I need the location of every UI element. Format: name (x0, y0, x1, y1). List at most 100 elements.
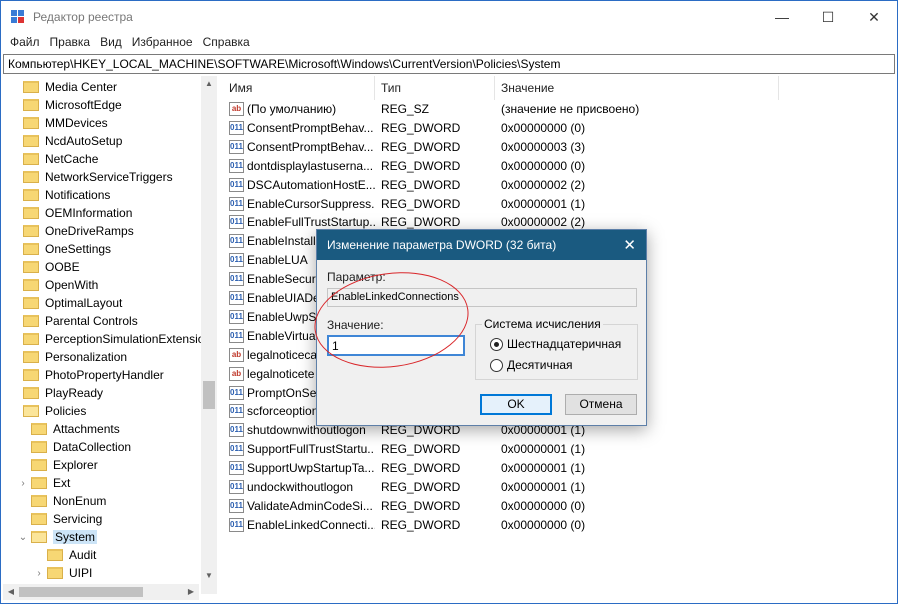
value-row[interactable]: 011 ConsentPromptBehav... REG_DWORD 0x00000… (223, 138, 895, 157)
tree-item[interactable]: MicrosoftEdge (9, 96, 122, 114)
tree-item[interactable]: Policies (9, 402, 86, 420)
value-row[interactable]: ab (По умолчанию) REG_SZ (значение не присв… (223, 100, 895, 119)
tree-scroll-thumb[interactable] (203, 381, 215, 409)
scroll-down-arrow-icon[interactable]: ▼ (201, 568, 217, 584)
tree-hscroll-thumb[interactable] (19, 587, 143, 597)
value-row[interactable]: 011 undockwithoutlogon REG_DWORD 0x00000001… (223, 478, 895, 497)
value-row[interactable]: 011 SupportFullTrustStartu... REG_DWORD 0x0… (223, 440, 895, 459)
column-header-value[interactable]: Значение (495, 76, 779, 100)
radio-hexadecimal[interactable]: Шестнадцатеричная (490, 337, 621, 351)
value-data: 0x00000000 (0) (501, 498, 586, 513)
expand-chevron-icon[interactable]: › (17, 478, 29, 489)
menu-file[interactable]: Файл (5, 33, 45, 53)
tree-item[interactable]: OEMInformation (9, 204, 132, 222)
menu-view[interactable]: Вид (95, 33, 127, 53)
tree-item[interactable]: › Ext (17, 474, 70, 492)
value-type: REG_DWORD (381, 517, 461, 532)
maximize-button[interactable]: ☐ (805, 1, 851, 33)
tree-item[interactable]: OptimalLayout (9, 294, 122, 312)
scroll-right-arrow-icon[interactable]: ▶ (183, 584, 199, 600)
value-data: 0x00000001 (1) (501, 196, 586, 211)
expand-chevron-icon[interactable]: › (33, 568, 45, 579)
tree-item[interactable]: MMDevices (9, 114, 108, 132)
tree-item-label: Explorer (53, 458, 98, 472)
value-name: SupportFullTrustStartu... (247, 442, 375, 457)
menu-edit[interactable]: Правка (45, 33, 96, 53)
tree-item[interactable]: › UIPI (33, 564, 92, 582)
tree-item[interactable]: ⌄ System (17, 528, 98, 546)
expand-chevron-icon[interactable]: ⌄ (17, 532, 29, 543)
value-row[interactable]: 011 EnableLinkedConnecti... REG_DWORD 0x000… (223, 516, 895, 535)
dialog-close-icon[interactable]: ✕ (623, 236, 636, 254)
base-group-title: Система исчисления (482, 317, 603, 331)
value-name: ConsentPromptBehav... (247, 120, 374, 135)
radio-selected-icon[interactable] (490, 337, 503, 351)
tree-item-label: Ext (53, 476, 71, 490)
menu-favorites[interactable]: Избранное (127, 33, 198, 53)
registry-editor-icon (11, 10, 25, 24)
column-header-name[interactable]: Имя (223, 76, 375, 100)
tree-item[interactable]: OneSettings (9, 240, 111, 258)
scroll-left-arrow-icon[interactable]: ◀ (3, 584, 19, 600)
value-name: EnableCursorSuppress... (247, 196, 375, 211)
tree-item-label: OOBE (45, 260, 80, 274)
cancel-button[interactable]: Отмена (565, 394, 637, 415)
tree-item[interactable]: Media Center (9, 78, 117, 96)
value-row[interactable]: 011 DSCAutomationHostE... REG_DWORD 0x00000… (223, 176, 895, 195)
radio-unselected-icon[interactable] (490, 358, 503, 372)
folder-icon (23, 225, 39, 237)
binary-value-icon: 011 (229, 385, 244, 400)
ok-button[interactable]: OK (480, 394, 552, 415)
close-button[interactable]: ✕ (851, 1, 897, 33)
value-name: (По умолчанию) (247, 102, 337, 116)
tree-item[interactable]: Attachments (17, 420, 120, 438)
tree-item-label: Notifications (45, 188, 111, 202)
value-input[interactable]: 1 (327, 335, 465, 356)
tree-item[interactable]: NetCache (9, 150, 98, 168)
folder-icon (31, 441, 47, 453)
tree-item[interactable]: OOBE (9, 258, 80, 276)
tree-item[interactable]: PhotoPropertyHandler (9, 366, 164, 384)
tree-item[interactable]: Notifications (9, 186, 110, 204)
tree-item-label: NetCache (45, 152, 99, 166)
string-value-icon: ab (229, 366, 244, 381)
address-bar[interactable]: Компьютер\HKEY_LOCAL_MACHINE\SOFTWARE\Mi… (3, 54, 895, 74)
minimize-button[interactable]: — (759, 1, 805, 33)
value-row[interactable]: 011 EnableCursorSuppress... REG_DWORD 0x000… (223, 195, 895, 214)
tree-item[interactable]: NonEnum (17, 492, 106, 510)
value-type: REG_DWORD (381, 177, 461, 192)
value-type: REG_DWORD (381, 158, 461, 173)
tree-item[interactable]: PerceptionSimulationExtensions (9, 330, 216, 348)
tree-item[interactable]: OneDriveRamps (9, 222, 134, 240)
binary-value-icon: 011 (229, 253, 244, 268)
value-row[interactable]: 011 SupportUwpStartupTa... REG_DWORD 0x0000… (223, 459, 895, 478)
tree-item[interactable]: PlayReady (9, 384, 103, 402)
base-groupbox: Система исчисления Шестнадцатеричная Дес… (475, 317, 638, 380)
tree-item[interactable]: Explorer (17, 456, 98, 474)
value-row[interactable]: 011 dontdisplaylastuserna... REG_DWORD 0x00… (223, 157, 895, 176)
folder-icon (23, 405, 39, 417)
column-header-type[interactable]: Тип (375, 76, 495, 100)
folder-icon (23, 315, 39, 327)
tree-item[interactable]: NetworkServiceTriggers (9, 168, 173, 186)
tree-item[interactable]: OpenWith (9, 276, 98, 294)
tree-item-label: Policies (45, 404, 87, 418)
tree-item[interactable]: Audit (33, 546, 96, 564)
scroll-up-arrow-icon[interactable]: ▲ (201, 76, 217, 92)
value-type: REG_DWORD (381, 196, 461, 211)
value-row[interactable]: 011 ValidateAdminCodeSi... REG_DWORD 0x0000… (223, 497, 895, 516)
binary-value-icon: 011 (229, 215, 244, 230)
radio-decimal[interactable]: Десятичная (490, 358, 573, 372)
value-data: (значение не присвоено) (501, 102, 640, 116)
value-row[interactable]: 011 ConsentPromptBehav... REG_DWORD 0x00000… (223, 119, 895, 138)
tree-item[interactable]: Parental Controls (9, 312, 138, 330)
tree-item[interactable]: Servicing (17, 510, 102, 528)
folder-icon (23, 261, 39, 273)
tree-horizontal-scrollbar[interactable]: ◀ ▶ (3, 584, 199, 600)
tree-item[interactable]: NcdAutoSetup (9, 132, 122, 150)
tree-vertical-scrollbar[interactable]: ▲ ▼ (201, 76, 217, 594)
folder-icon (23, 189, 39, 201)
menu-help[interactable]: Справка (198, 33, 255, 53)
tree-item[interactable]: Personalization (9, 348, 127, 366)
tree-item[interactable]: DataCollection (17, 438, 131, 456)
